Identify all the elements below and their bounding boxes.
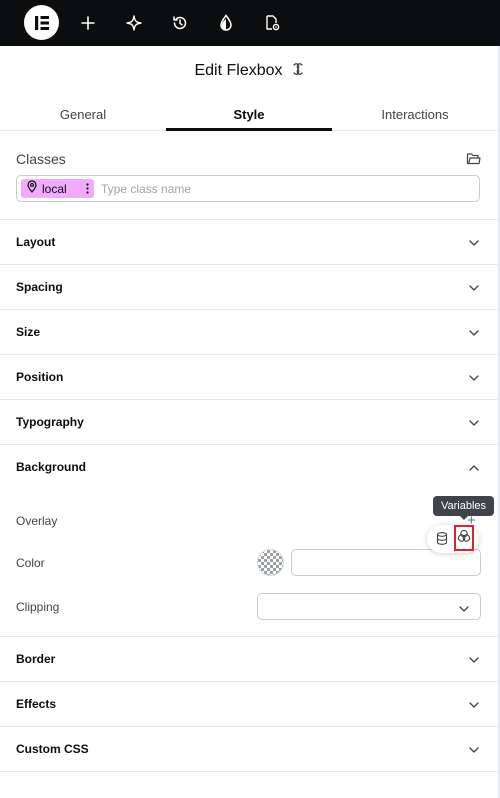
chevron-down-icon — [468, 698, 480, 716]
editor-top-bar — [0, 0, 500, 46]
plus-icon[interactable] — [77, 12, 99, 34]
chevron-down-icon — [468, 236, 480, 254]
more-vertical-icon[interactable] — [83, 181, 91, 196]
editor-panel: Edit Flexbox General Style Interactions … — [0, 46, 500, 798]
class-selector[interactable]: local — [16, 175, 480, 202]
database-icon[interactable] — [436, 532, 448, 550]
section-border[interactable]: Border — [0, 636, 500, 681]
class-name-input[interactable] — [101, 180, 471, 198]
elementor-logo-icon[interactable] — [24, 5, 59, 40]
dynamic-options-popover — [427, 525, 479, 553]
tab-general[interactable]: General — [0, 98, 166, 130]
chevron-down-icon — [458, 602, 470, 620]
color-swatch[interactable] — [257, 549, 284, 576]
section-label: Custom CSS — [16, 742, 89, 756]
tab-style[interactable]: Style — [166, 98, 332, 131]
chevron-down-icon — [468, 281, 480, 299]
chevron-up-icon — [468, 461, 480, 479]
section-label: Size — [16, 325, 41, 339]
color-variables-icon — [457, 529, 471, 548]
chevron-down-icon — [468, 326, 480, 344]
color-value-input[interactable] — [291, 549, 481, 576]
panel-header: Edit Flexbox — [0, 56, 500, 86]
variables-tooltip: Variables — [433, 496, 495, 520]
section-label: Typography — [16, 415, 84, 429]
clipping-select[interactable] — [257, 593, 481, 620]
class-chip-local[interactable]: local — [21, 179, 94, 198]
section-label: Spacing — [16, 280, 63, 294]
classes-label: Classes — [16, 151, 66, 167]
chevron-down-icon — [468, 371, 480, 389]
page-settings-icon[interactable] — [261, 12, 283, 34]
ai-sparkle-icon[interactable] — [123, 12, 145, 34]
variables-button[interactable] — [454, 525, 474, 551]
section-background[interactable]: Background — [0, 444, 500, 489]
section-label: Position — [16, 370, 64, 384]
section-spacing[interactable]: Spacing — [0, 264, 500, 309]
section-label: Background — [16, 460, 87, 474]
panel-tabs: General Style Interactions — [0, 98, 500, 131]
section-typography[interactable]: Typography — [0, 399, 500, 444]
panel-title: Edit Flexbox — [194, 62, 283, 79]
chevron-down-icon — [468, 743, 480, 761]
section-label: Layout — [16, 235, 56, 249]
section-label: Border — [16, 652, 56, 666]
section-custom-css[interactable]: Custom CSS — [0, 726, 500, 772]
clipping-label: Clipping — [16, 600, 60, 614]
theme-drop-icon[interactable] — [215, 12, 237, 34]
folder-icon[interactable] — [466, 152, 481, 171]
section-position[interactable]: Position — [0, 354, 500, 399]
section-size[interactable]: Size — [0, 309, 500, 354]
overlay-label: Overlay — [16, 514, 58, 528]
tab-interactions[interactable]: Interactions — [332, 98, 498, 130]
color-label: Color — [16, 556, 45, 570]
chevron-down-icon — [468, 416, 480, 434]
section-label: Effects — [16, 697, 57, 711]
map-pin-icon — [26, 179, 38, 198]
history-icon[interactable] — [169, 12, 191, 34]
section-layout[interactable]: Layout — [0, 219, 500, 264]
chevron-down-icon — [468, 653, 480, 671]
section-effects[interactable]: Effects — [0, 681, 500, 726]
flexbox-icon — [290, 61, 306, 82]
class-chip-label: local — [42, 181, 67, 196]
